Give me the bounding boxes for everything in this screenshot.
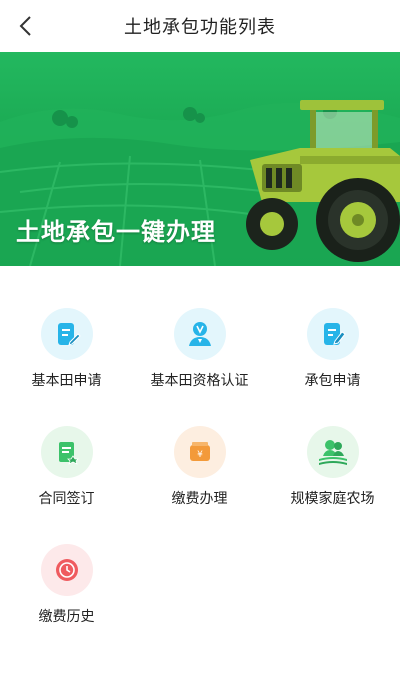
document-pen-icon [323, 323, 346, 345]
function-payment[interactable]: ¥ 缴费办理 [133, 418, 266, 518]
icon-container [306, 426, 359, 478]
function-payment-history[interactable]: 缴费历史 [0, 536, 133, 636]
function-basic-field-application[interactable]: 基本田申请 [0, 300, 133, 400]
function-label: 承包申请 [304, 373, 361, 389]
function-label: 基本田申请 [31, 373, 102, 389]
family-farm-icon [318, 440, 347, 465]
icon-container [306, 308, 359, 360]
document-edit-icon [57, 323, 81, 346]
function-contract-signing[interactable]: 合同签订 [0, 418, 133, 518]
contract-sign-icon [58, 442, 79, 465]
back-chevron-icon [19, 16, 31, 36]
function-contract-application[interactable]: 承包申请 [266, 300, 399, 400]
verified-user-icon [188, 322, 211, 346]
function-label: 缴费历史 [38, 609, 95, 625]
icon-container: ¥ [173, 426, 226, 478]
function-label: 合同签订 [38, 491, 95, 507]
top-bar: 土地承包功能列表 [0, 0, 400, 53]
function-basic-field-qualification[interactable]: 基本田资格认证 [133, 300, 266, 400]
icon-container [40, 544, 93, 596]
function-label: 缴费办理 [171, 491, 228, 507]
banner-title: 土地承包一键办理 [16, 218, 216, 246]
icon-container [40, 426, 93, 478]
function-family-farm[interactable]: 规模家庭农场 [266, 418, 399, 518]
page-title: 土地承包功能列表 [124, 17, 276, 38]
icon-container [173, 308, 226, 360]
back-button[interactable] [10, 10, 42, 42]
hero-banner: 土地承包一键办理 [0, 52, 400, 266]
function-label: 规模家庭农场 [290, 491, 375, 507]
svg-text:¥: ¥ [197, 450, 203, 460]
icon-container [40, 308, 93, 360]
payment-history-icon [55, 559, 78, 581]
function-label: 基本田资格认证 [150, 373, 249, 389]
payment-wallet-icon: ¥ [189, 442, 210, 461]
